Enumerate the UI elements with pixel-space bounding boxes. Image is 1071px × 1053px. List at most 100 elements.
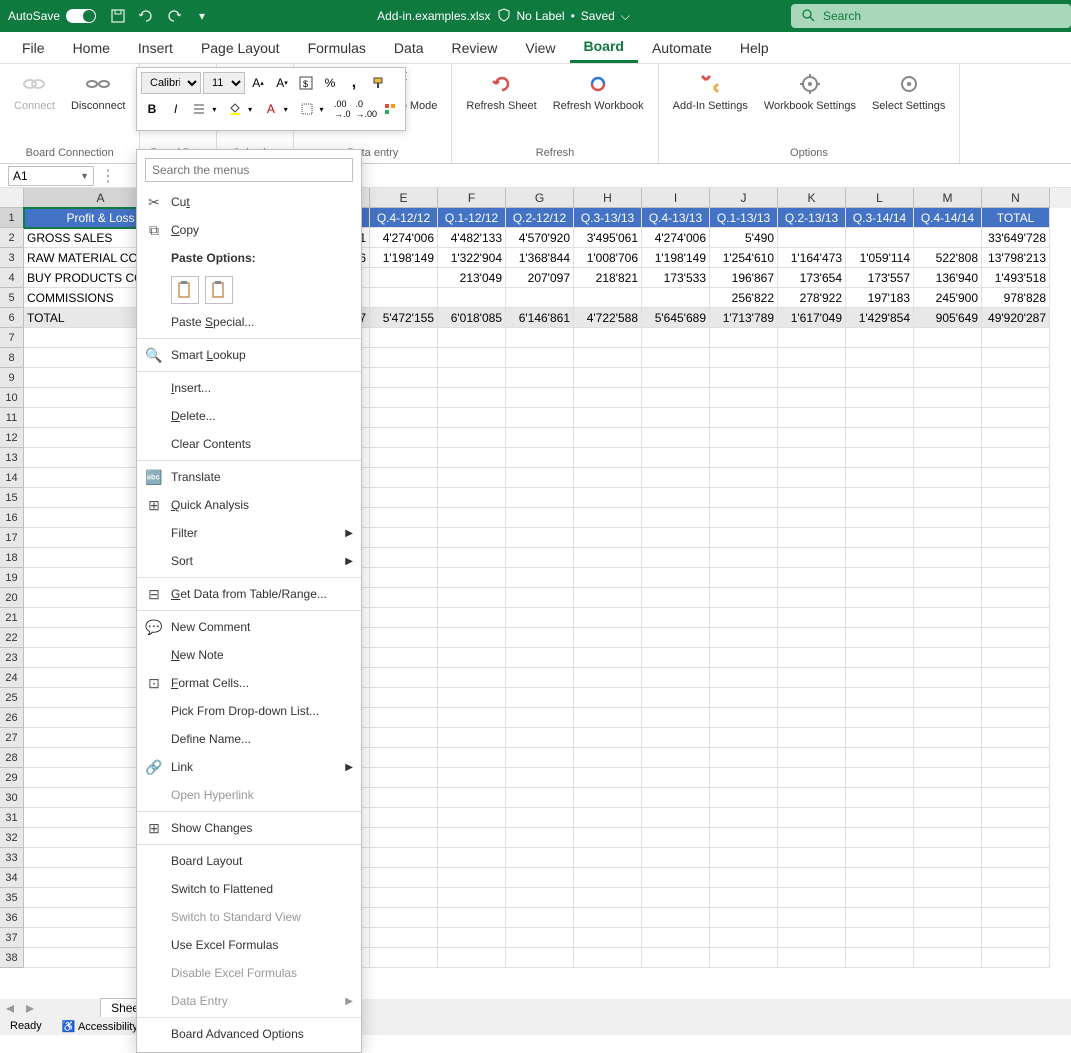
cell[interactable]: [710, 468, 778, 488]
cell[interactable]: [506, 568, 574, 588]
cell[interactable]: [846, 668, 914, 688]
cell[interactable]: [574, 288, 642, 308]
row-header-14[interactable]: 14: [0, 468, 24, 488]
cell[interactable]: TOTAL: [982, 208, 1050, 228]
cell[interactable]: [846, 548, 914, 568]
cell[interactable]: [438, 948, 506, 968]
cell[interactable]: [574, 648, 642, 668]
row-header-37[interactable]: 37: [0, 928, 24, 948]
cell[interactable]: 13'798'213: [982, 248, 1050, 268]
cell[interactable]: [370, 748, 438, 768]
cell[interactable]: [914, 408, 982, 428]
cell[interactable]: [438, 928, 506, 948]
cell[interactable]: [438, 448, 506, 468]
cell[interactable]: 197'183: [846, 288, 914, 308]
cell[interactable]: [438, 468, 506, 488]
row-header-22[interactable]: 22: [0, 628, 24, 648]
cell[interactable]: [710, 668, 778, 688]
cell[interactable]: [778, 708, 846, 728]
cell[interactable]: [574, 328, 642, 348]
cell[interactable]: [506, 688, 574, 708]
cell[interactable]: [710, 348, 778, 368]
cell[interactable]: [506, 288, 574, 308]
row-header-4[interactable]: 4: [0, 268, 24, 288]
cell[interactable]: [778, 348, 846, 368]
cell[interactable]: [438, 888, 506, 908]
row-header-38[interactable]: 38: [0, 948, 24, 968]
cell[interactable]: [846, 408, 914, 428]
cell[interactable]: 4'722'588: [574, 308, 642, 328]
fill-color-icon[interactable]: [224, 98, 246, 120]
qat-dropdown-icon[interactable]: ▾: [192, 6, 212, 26]
cell[interactable]: [914, 888, 982, 908]
cell[interactable]: [642, 648, 710, 668]
cell[interactable]: [370, 848, 438, 868]
cell[interactable]: [778, 388, 846, 408]
cell[interactable]: [710, 388, 778, 408]
cell[interactable]: [438, 668, 506, 688]
cell[interactable]: [778, 808, 846, 828]
borders-icon[interactable]: [296, 98, 318, 120]
col-header-L[interactable]: L: [846, 188, 914, 208]
cell[interactable]: [778, 408, 846, 428]
cell[interactable]: [982, 668, 1050, 688]
cell[interactable]: [710, 908, 778, 928]
cell[interactable]: [506, 408, 574, 428]
cell[interactable]: [778, 588, 846, 608]
cell[interactable]: [710, 428, 778, 448]
cell[interactable]: [982, 768, 1050, 788]
cell[interactable]: [914, 728, 982, 748]
cell[interactable]: [506, 648, 574, 668]
cell[interactable]: 1'493'518: [982, 268, 1050, 288]
cell[interactable]: [642, 848, 710, 868]
col-header-H[interactable]: H: [574, 188, 642, 208]
cell[interactable]: [370, 828, 438, 848]
row-header-21[interactable]: 21: [0, 608, 24, 628]
row-header-11[interactable]: 11: [0, 408, 24, 428]
cell[interactable]: [370, 468, 438, 488]
connect-button[interactable]: Connect: [8, 68, 61, 115]
cell[interactable]: [778, 868, 846, 888]
cell[interactable]: [642, 828, 710, 848]
cell[interactable]: [506, 848, 574, 868]
cell[interactable]: [846, 628, 914, 648]
cell[interactable]: [370, 768, 438, 788]
row-header-10[interactable]: 10: [0, 388, 24, 408]
cell[interactable]: [438, 328, 506, 348]
cell[interactable]: 218'821: [574, 268, 642, 288]
cell[interactable]: [506, 928, 574, 948]
cell[interactable]: [642, 468, 710, 488]
font-size-select[interactable]: 11: [203, 72, 245, 94]
cell[interactable]: [438, 628, 506, 648]
cell[interactable]: [846, 588, 914, 608]
row-header-27[interactable]: 27: [0, 728, 24, 748]
comma-icon[interactable]: ,: [343, 72, 365, 94]
menu-item-link[interactable]: 🔗Link▶: [137, 753, 361, 781]
sel-settings-button[interactable]: Select Settings: [866, 68, 951, 115]
row-header-25[interactable]: 25: [0, 688, 24, 708]
cell[interactable]: [982, 408, 1050, 428]
cell[interactable]: [642, 668, 710, 688]
menu-search-input[interactable]: [145, 158, 353, 182]
cell[interactable]: [438, 728, 506, 748]
row-header-9[interactable]: 9: [0, 368, 24, 388]
cell[interactable]: [778, 688, 846, 708]
menu-item-new-note[interactable]: New Note: [137, 641, 361, 669]
cell[interactable]: [914, 688, 982, 708]
name-box[interactable]: A1 ▼: [8, 166, 94, 186]
cell[interactable]: [778, 788, 846, 808]
cell[interactable]: [914, 488, 982, 508]
cell[interactable]: [778, 228, 846, 248]
menu-item-sort[interactable]: Sort▶: [137, 547, 361, 575]
cell[interactable]: [710, 688, 778, 708]
cell[interactable]: [370, 408, 438, 428]
cell[interactable]: [914, 848, 982, 868]
cell[interactable]: [778, 768, 846, 788]
cell[interactable]: [914, 768, 982, 788]
cell[interactable]: [914, 548, 982, 568]
row-header-2[interactable]: 2: [0, 228, 24, 248]
cell[interactable]: 905'649: [914, 308, 982, 328]
cell[interactable]: 4'274'006: [642, 228, 710, 248]
cell[interactable]: [914, 448, 982, 468]
cell[interactable]: [506, 708, 574, 728]
